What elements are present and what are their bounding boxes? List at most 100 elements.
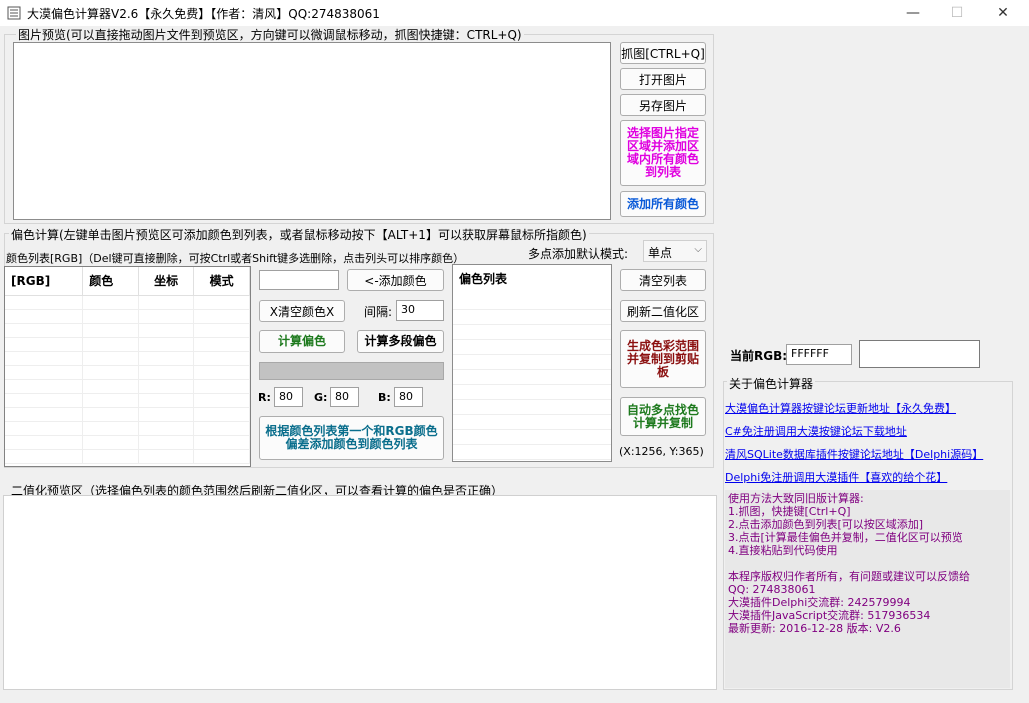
table-cell: [193, 435, 250, 450]
current-color-swatch: [859, 340, 980, 368]
table-cell: [138, 323, 195, 338]
usage-line: [728, 557, 1007, 570]
column-header-mode[interactable]: 模式: [193, 267, 250, 296]
table-cell: [82, 421, 139, 436]
table-cell: [82, 309, 139, 324]
clear-colors-button[interactable]: X清空颜色X: [259, 300, 345, 322]
r-label: R:: [258, 391, 271, 404]
generate-color-range-button[interactable]: 生成色彩范围并复制到剪贴板: [620, 330, 706, 388]
multi-mode-select[interactable]: 单点 ⌵: [643, 240, 707, 262]
table-row[interactable]: [5, 365, 250, 380]
calc-offset-button[interactable]: 计算偏色: [259, 330, 345, 353]
table-cell: [138, 393, 195, 408]
table-cell: [193, 323, 250, 338]
image-preview-area[interactable]: [13, 42, 611, 220]
table-row[interactable]: [5, 421, 250, 436]
minimize-button[interactable]: —: [890, 0, 936, 26]
table-row[interactable]: [5, 449, 250, 464]
list-item[interactable]: [453, 355, 611, 370]
table-cell: [5, 379, 84, 394]
auto-multi-find-button[interactable]: 自动多点找色计算并复制: [620, 397, 706, 436]
b-input[interactable]: 80: [394, 387, 423, 407]
table-cell: [5, 337, 84, 352]
table-cell: [82, 393, 139, 408]
color-list-table[interactable]: [RGB] 颜色 坐标 模式: [4, 266, 251, 467]
capture-button[interactable]: 抓图[CTRL+Q]: [620, 42, 706, 64]
r-input[interactable]: 80: [274, 387, 303, 407]
table-cell: [5, 309, 84, 324]
table-cell: [138, 435, 195, 450]
table-cell: [138, 309, 195, 324]
link-sqlite[interactable]: 清风SQLite数据库插件按键论坛地址【Delphi源码】: [725, 446, 983, 462]
table-cell: [82, 365, 139, 380]
link-update[interactable]: 大漠偏色计算器按键论坛更新地址【永久免费】: [725, 400, 956, 416]
open-image-button[interactable]: 打开图片: [620, 68, 706, 90]
table-cell: [82, 351, 139, 366]
add-by-rgb-button[interactable]: 根据颜色列表第一个和RGB颜色偏差添加颜色到颜色列表: [259, 416, 444, 460]
table-row[interactable]: [5, 393, 250, 408]
current-rgb-input[interactable]: FFFFFF: [786, 344, 852, 365]
list-item[interactable]: [453, 400, 611, 415]
table-row[interactable]: [5, 435, 250, 450]
usage-line: QQ: 274838061: [728, 583, 816, 596]
refresh-binary-button[interactable]: 刷新二值化区: [620, 300, 706, 322]
list-item[interactable]: [453, 385, 611, 400]
table-cell: [5, 435, 84, 450]
binary-preview-area[interactable]: [3, 495, 717, 690]
b-label: B:: [378, 391, 391, 404]
table-row[interactable]: [5, 351, 250, 366]
table-row[interactable]: [5, 407, 250, 422]
table-cell: [82, 295, 139, 310]
list-item[interactable]: [453, 415, 611, 430]
about-label: 关于偏色计算器: [727, 375, 816, 392]
select-region-button[interactable]: 选择图片指定区域并添加区域内所有颜色到列表: [620, 120, 706, 186]
column-header-rgb[interactable]: [RGB]: [5, 267, 84, 296]
clear-list-button[interactable]: 清空列表: [620, 269, 706, 291]
table-cell: [193, 407, 250, 422]
table-row[interactable]: [5, 295, 250, 310]
close-button[interactable]: ✕: [980, 0, 1026, 26]
calc-multi-offset-button[interactable]: 计算多段偏色: [357, 330, 444, 353]
usage-line: 使用方法大致同旧版计算器:: [728, 492, 864, 505]
table-row[interactable]: [5, 323, 250, 338]
list-item[interactable]: [453, 325, 611, 340]
add-all-colors-button[interactable]: 添加所有颜色: [620, 191, 706, 217]
color-input[interactable]: [259, 270, 339, 290]
table-cell: [193, 295, 250, 310]
link-csharp[interactable]: C#免注册调用大漠按键论坛下载地址: [725, 423, 907, 439]
add-color-button[interactable]: <-添加颜色: [347, 269, 444, 291]
app-icon: [7, 6, 21, 20]
table-row[interactable]: [5, 309, 250, 324]
maximize-button[interactable]: ☐: [934, 0, 980, 26]
column-header-color[interactable]: 颜色: [82, 267, 139, 296]
list-item[interactable]: [453, 310, 611, 325]
chevron-down-icon: ⌵: [694, 244, 702, 255]
offset-list[interactable]: 偏色列表: [452, 264, 612, 462]
save-image-button[interactable]: 另存图片: [620, 94, 706, 116]
usage-line: 1.抓图，快捷键[Ctrl+Q]: [728, 505, 851, 518]
table-cell: [138, 449, 195, 464]
table-cell: [193, 421, 250, 436]
list-item[interactable]: [453, 295, 611, 310]
column-header-coord[interactable]: 坐标: [138, 267, 195, 296]
link-delphi[interactable]: Delphi免注册调用大漠插件【喜欢的给个花】: [725, 469, 947, 485]
table-cell: [82, 379, 139, 394]
list-item[interactable]: [453, 430, 611, 445]
table-cell: [193, 337, 250, 352]
offset-list-header: 偏色列表: [459, 272, 508, 286]
list-item[interactable]: [453, 370, 611, 385]
table-cell: [193, 393, 250, 408]
progress-bar: [259, 362, 444, 380]
table-cell: [5, 295, 84, 310]
g-input[interactable]: 80: [330, 387, 359, 407]
table-cell: [5, 393, 84, 408]
list-item[interactable]: [453, 445, 611, 460]
table-cell: [5, 323, 84, 338]
table-row[interactable]: [5, 379, 250, 394]
table-cell: [82, 435, 139, 450]
interval-input[interactable]: 30: [396, 300, 444, 321]
table-cell: [138, 379, 195, 394]
usage-line: 本程序版权归作者所有，有问题或建议可以反馈给: [728, 570, 970, 583]
list-item[interactable]: [453, 340, 611, 355]
table-row[interactable]: [5, 337, 250, 352]
